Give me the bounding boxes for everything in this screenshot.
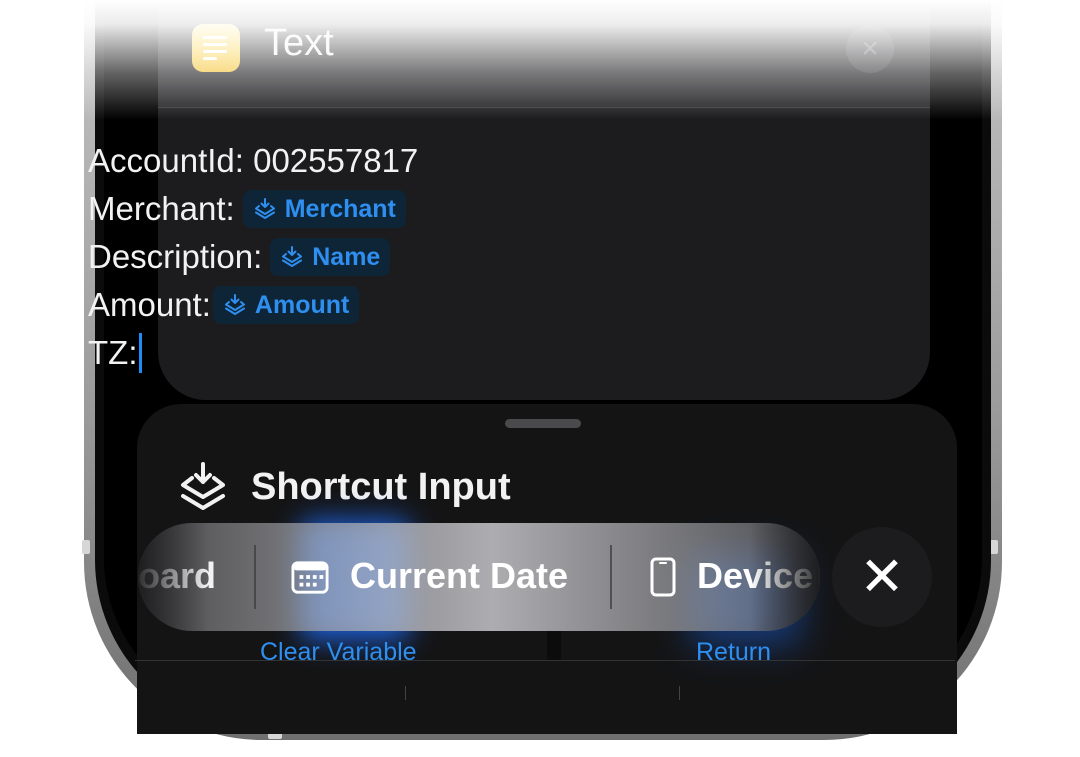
- strip-fade-right: [750, 523, 820, 631]
- tz-label: TZ:: [88, 334, 138, 371]
- bottom-tick-right: [679, 686, 680, 700]
- sheet-title: Shortcut Input: [251, 466, 511, 508]
- description-label: Description:: [88, 238, 263, 275]
- text-lines-icon: [192, 24, 240, 72]
- text-field[interactable]: AccountId: 002557817 Merchant: Merchant …: [88, 137, 418, 377]
- name-variable-token[interactable]: Name: [270, 238, 391, 276]
- text-caret: [139, 333, 143, 373]
- calendar-icon: [291, 561, 329, 594]
- sheet-grabber[interactable]: [505, 419, 581, 428]
- text-line-account: AccountId: 002557817: [88, 137, 418, 185]
- merchant-token-label: Merchant: [284, 195, 396, 223]
- card-header: Text ×: [158, 0, 930, 108]
- card-title: Text: [264, 22, 334, 64]
- bottom-separator: [547, 630, 561, 660]
- amount-variable-token[interactable]: Amount: [212, 286, 360, 324]
- layers-download-icon: [181, 462, 225, 510]
- name-token-label: Name: [312, 243, 381, 271]
- strip-separator: [610, 545, 612, 609]
- text-line-merchant: Merchant: Merchant: [88, 185, 418, 233]
- suggestion-strip: oard Current Date Device: [138, 523, 820, 631]
- bottom-tick-left: [405, 686, 406, 700]
- layers-download-icon: [224, 294, 245, 315]
- amount-token-label: Amount: [254, 291, 350, 319]
- text-line-description: Description: Name: [88, 233, 418, 281]
- layers-download-icon: [254, 198, 275, 219]
- layers-download-icon: [282, 246, 303, 267]
- amount-label: Amount:: [88, 286, 211, 323]
- merchant-variable-token[interactable]: Merchant: [242, 190, 406, 228]
- strip-fade-left: [138, 523, 208, 631]
- side-button-left: [82, 540, 90, 554]
- close-icon[interactable]: ✕: [832, 527, 932, 627]
- text-line-tz: TZ:: [88, 329, 418, 377]
- bottom-rule: [135, 660, 955, 661]
- clear-variable-button[interactable]: Clear Variable: [260, 638, 417, 667]
- account-text: AccountId: 002557817: [88, 142, 419, 179]
- suggestion-item-current-date[interactable]: Current Date: [350, 555, 568, 597]
- text-line-amount: Amount: Amount: [88, 281, 418, 329]
- strip-separator: [254, 545, 256, 609]
- sheet-bottom-actions: Clear Variable Return: [165, 630, 920, 670]
- close-icon[interactable]: ×: [846, 25, 894, 73]
- return-button[interactable]: Return: [696, 638, 771, 667]
- merchant-label: Merchant:: [88, 190, 235, 227]
- side-button-right: [990, 540, 998, 554]
- phone-icon: [650, 557, 676, 597]
